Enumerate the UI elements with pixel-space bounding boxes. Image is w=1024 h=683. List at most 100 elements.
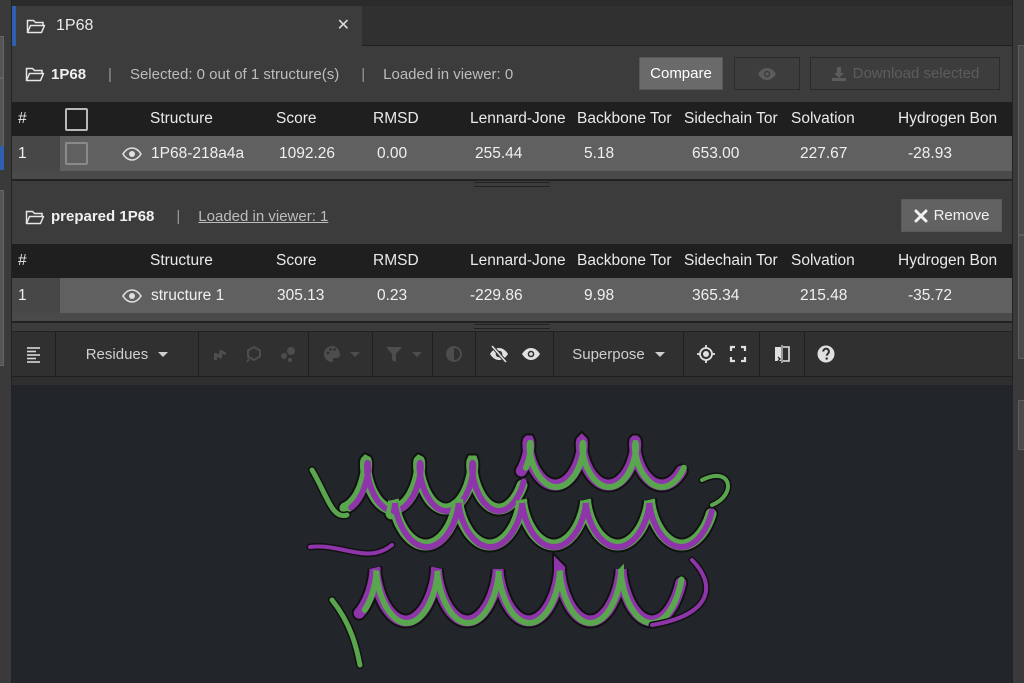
representation-group <box>199 332 309 376</box>
residues-dropdown[interactable]: Residues <box>56 332 199 376</box>
grip-icon <box>474 324 550 329</box>
ribbon-icon[interactable] <box>210 344 230 364</box>
superpose-label: Superpose <box>572 345 645 363</box>
lennard-jones-cell: 255.44 <box>475 144 523 162</box>
column-header-lennard-jones[interactable]: Lennard-Jone <box>470 102 573 136</box>
folder-open-icon <box>25 67 45 82</box>
table-footer <box>12 313 1012 323</box>
sequence-panel-icon <box>26 347 40 363</box>
structure-set-header: 1P68 | Selected: 0 out of 1 structure(s)… <box>12 46 1012 102</box>
divider: | <box>176 208 181 225</box>
row-checkbox[interactable] <box>65 142 88 165</box>
resize-handle[interactable] <box>12 323 1012 331</box>
column-header-sidechain-torsion[interactable]: Sidechain Tor <box>684 244 787 278</box>
structure-cell: 1P68-218a4a <box>122 136 244 171</box>
download-selected-button[interactable]: Download selected <box>810 57 1000 90</box>
chevron-down-icon <box>349 351 360 357</box>
tab-1p68[interactable]: 1P68 ✕ <box>12 6 362 46</box>
left-panel-segment <box>0 36 4 78</box>
close-icon[interactable]: ✕ <box>337 15 350 35</box>
remove-label: Remove <box>933 207 990 224</box>
folder-open-icon <box>26 19 46 34</box>
camera-group <box>684 332 760 376</box>
compare-button[interactable]: Compare <box>639 57 723 90</box>
divider: | <box>361 65 366 83</box>
split-view-icon <box>775 345 790 363</box>
column-header-solvation[interactable]: Solvation <box>791 244 855 278</box>
column-header-backbone-torsion[interactable]: Backbone Tor <box>577 244 680 278</box>
filter-dropdown[interactable] <box>373 332 433 376</box>
help-button[interactable] <box>805 332 847 376</box>
row-index: 1 <box>18 286 27 304</box>
structure-name[interactable]: 1P68-218a4a <box>151 145 244 163</box>
hydrogen-bond-cell: -28.93 <box>908 144 952 162</box>
spheres-icon[interactable] <box>278 344 298 364</box>
structure-name[interactable]: structure 1 <box>151 287 224 305</box>
loaded-in-viewer-link[interactable]: Loaded in viewer: 1 <box>198 208 328 225</box>
backbone-torsion-cell: 9.98 <box>584 286 615 304</box>
row-index: 1 <box>18 144 27 162</box>
contrast-button[interactable] <box>433 332 476 376</box>
scrollbar[interactable] <box>1012 0 1024 683</box>
main-panel: 1P68 ✕ 1P68 | Selected: 0 out of 1 struc… <box>12 0 1012 683</box>
close-icon <box>914 209 928 222</box>
column-header-score[interactable]: Score <box>276 244 317 278</box>
color-dropdown[interactable] <box>309 332 373 376</box>
split-view-button[interactable] <box>760 332 805 376</box>
column-header-lennard-jones[interactable]: Lennard-Jone <box>470 244 573 278</box>
score-cell: 1092.26 <box>279 144 336 162</box>
column-header-structure[interactable]: Structure <box>150 244 213 278</box>
column-header-score[interactable]: Score <box>276 102 317 136</box>
select-all-checkbox[interactable] <box>65 108 88 131</box>
table-header: # Structure Score RMSD Lennard-Jone Back… <box>12 244 1012 278</box>
eye-icon[interactable] <box>122 288 142 303</box>
ribbon-group <box>306 430 732 669</box>
column-header-hydrogen-bond[interactable]: Hydrogen Bon <box>898 244 1001 278</box>
hide-icon[interactable] <box>489 344 509 364</box>
table-row[interactable]: 1 structure 1 305.13 0.23 -229.86 9.98 3… <box>12 278 1012 313</box>
tab-title: 1P68 <box>56 17 94 34</box>
lennard-jones-cell: -229.86 <box>470 286 523 304</box>
scrollbar-thumb[interactable] <box>1018 235 1024 359</box>
column-header-rmsd[interactable]: RMSD <box>373 244 419 278</box>
backbone-torsion-cell: 5.18 <box>584 144 615 162</box>
visibility-group <box>476 332 554 376</box>
structure-set-name: 1P68 <box>51 65 87 83</box>
sequence-panel-button[interactable] <box>12 332 56 376</box>
show-icon[interactable] <box>521 344 541 364</box>
help-icon <box>817 345 835 363</box>
protein-ribbon-structure[interactable] <box>12 385 1012 683</box>
divider: | <box>108 65 112 83</box>
folder-open-icon <box>25 210 45 224</box>
eye-icon[interactable] <box>122 146 142 161</box>
sidechain-torsion-cell: 653.00 <box>692 144 740 162</box>
table-header: # Structure Score RMSD Lennard-Jone Back… <box>12 102 1012 136</box>
column-header-backbone-torsion[interactable]: Backbone Tor <box>577 102 680 136</box>
scrollbar-thumb[interactable] <box>1018 400 1024 450</box>
surface-icon[interactable] <box>244 344 264 364</box>
column-header-hydrogen-bond[interactable]: Hydrogen Bon <box>898 102 1001 136</box>
viewer-toolbar: Residues Superpose <box>12 331 1012 377</box>
column-header-rmsd[interactable]: RMSD <box>373 102 419 136</box>
fullscreen-icon[interactable] <box>728 344 748 364</box>
resize-handle[interactable] <box>12 181 1012 189</box>
chevron-down-icon <box>654 351 665 357</box>
table-row[interactable]: 1 1P68-218a4a 1092.26 0.00 255.44 5.18 6… <box>12 136 1012 171</box>
rmsd-cell: 0.23 <box>377 286 408 304</box>
solvation-cell: 227.67 <box>800 144 848 162</box>
prepared-set-name: prepared 1P68 <box>51 208 155 225</box>
remove-button[interactable]: Remove <box>901 199 1002 232</box>
view-selected-button[interactable] <box>734 57 800 90</box>
column-header-sidechain-torsion[interactable]: Sidechain Tor <box>684 102 787 136</box>
table-footer <box>12 171 1012 181</box>
column-header-solvation[interactable]: Solvation <box>791 102 855 136</box>
download-icon <box>831 66 846 81</box>
superpose-dropdown[interactable]: Superpose <box>554 332 684 376</box>
molecule-viewer-canvas[interactable] <box>12 385 1012 683</box>
center-icon[interactable] <box>696 344 716 364</box>
prepared-set-header: prepared 1P68 | Loaded in viewer: 1 Remo… <box>12 189 1012 244</box>
left-panel-segment <box>0 190 4 366</box>
column-header-structure[interactable]: Structure <box>150 102 213 136</box>
scrollbar-thumb[interactable] <box>1018 45 1024 235</box>
download-label: Download selected <box>852 65 980 82</box>
